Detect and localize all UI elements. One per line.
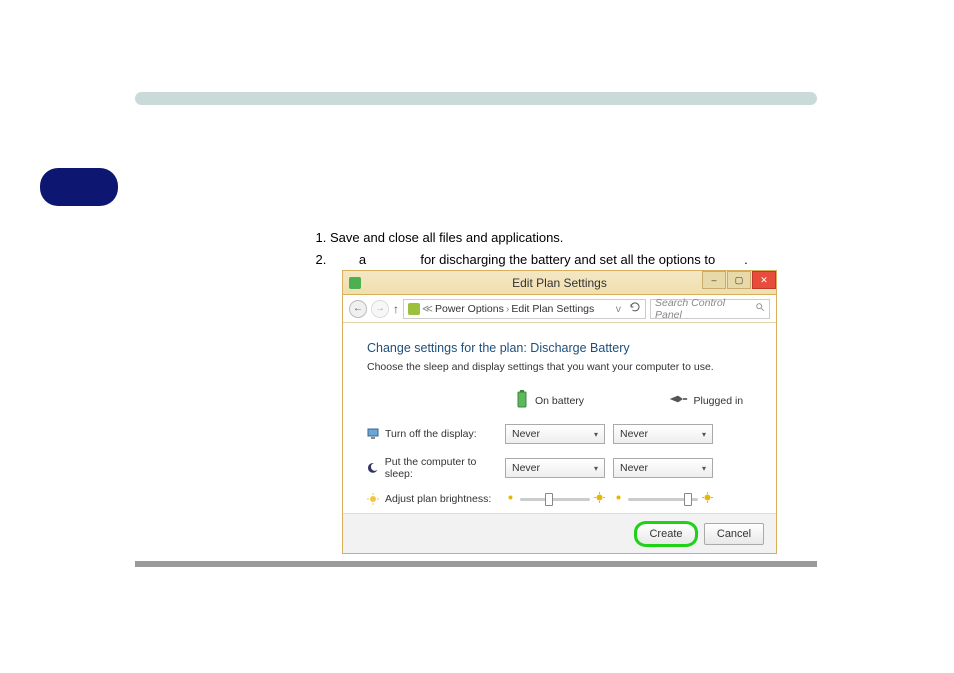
chevron-right-icon: › xyxy=(506,303,510,315)
turn-off-display-row: Turn off the display: Never▾ Never▾ xyxy=(367,424,752,444)
up-button[interactable]: ↑ xyxy=(393,302,399,316)
on-battery-column: On battery xyxy=(515,389,600,412)
close-button[interactable]: ✕ xyxy=(752,271,776,289)
sun-high-icon xyxy=(594,492,605,506)
titlebar: Edit Plan Settings – ▢ ✕ xyxy=(343,271,776,295)
plug-icon xyxy=(668,393,688,408)
chevron-down-icon: ▾ xyxy=(702,464,706,473)
navigation-bar: ← → ↑ ≪ Power Options › Edit Plan Settin… xyxy=(343,295,776,323)
display-battery-select[interactable]: Never▾ xyxy=(505,424,605,444)
sleep-row: Put the computer to sleep: Never▾ Never▾ xyxy=(367,456,752,480)
chevron-right-icon: ≪ xyxy=(422,303,433,315)
control-panel-window: Edit Plan Settings – ▢ ✕ ← → ↑ ≪ Power O… xyxy=(342,270,777,554)
content-area: Change settings for the plan: Discharge … xyxy=(343,323,776,536)
sun-high-icon xyxy=(702,492,713,506)
window-title: Edit Plan Settings xyxy=(512,276,607,290)
display-plugged-select[interactable]: Never▾ xyxy=(613,424,713,444)
cancel-button[interactable]: Cancel xyxy=(704,523,764,545)
back-button[interactable]: ← xyxy=(349,300,367,318)
search-input[interactable]: Search Control Panel xyxy=(650,299,770,319)
sleep-battery-select[interactable]: Never▾ xyxy=(505,458,605,478)
brightness-plugged-slider[interactable] xyxy=(613,492,713,506)
forward-button[interactable]: → xyxy=(371,300,389,318)
sun-low-icon xyxy=(505,492,516,506)
chevron-down-icon: ▾ xyxy=(594,464,598,473)
column-headers: On battery Plugged in xyxy=(515,389,752,412)
app-icon xyxy=(349,277,361,289)
brightness-row: Adjust plan brightness: xyxy=(367,492,752,506)
chevron-down-icon: ▾ xyxy=(594,430,598,439)
plan-heading: Change settings for the plan: Discharge … xyxy=(367,341,752,355)
window-controls: – ▢ ✕ xyxy=(701,271,776,291)
dropdown-chevron-icon: v xyxy=(616,303,621,315)
instruction-step-1: Save and close all files and application… xyxy=(330,228,748,248)
footer: Create Cancel xyxy=(343,513,776,553)
sleep-plugged-select[interactable]: Never▾ xyxy=(613,458,713,478)
search-icon xyxy=(755,302,765,315)
plan-subtext: Choose the sleep and display settings th… xyxy=(367,361,752,373)
maximize-button[interactable]: ▢ xyxy=(727,271,751,289)
power-icon xyxy=(408,303,420,315)
brightness-battery-slider[interactable] xyxy=(505,492,605,506)
divider-top xyxy=(135,92,817,105)
create-button[interactable]: Create xyxy=(636,523,696,545)
monitor-icon xyxy=(367,428,379,440)
breadcrumb[interactable]: ≪ Power Options › Edit Plan Settings v xyxy=(403,299,646,319)
minimize-button[interactable]: – xyxy=(702,271,726,289)
chevron-down-icon: ▾ xyxy=(702,430,706,439)
page-badge xyxy=(40,168,118,206)
divider-bottom xyxy=(135,561,817,567)
moon-icon xyxy=(367,462,379,474)
refresh-icon[interactable] xyxy=(629,301,641,316)
plugged-in-column: Plugged in xyxy=(668,389,753,412)
instruction-step-2: a for discharging the battery and set al… xyxy=(330,250,748,270)
instructions-list: Save and close all files and application… xyxy=(302,228,748,271)
battery-icon xyxy=(515,389,529,412)
brightness-icon xyxy=(367,493,379,505)
sun-low-icon xyxy=(613,492,624,506)
